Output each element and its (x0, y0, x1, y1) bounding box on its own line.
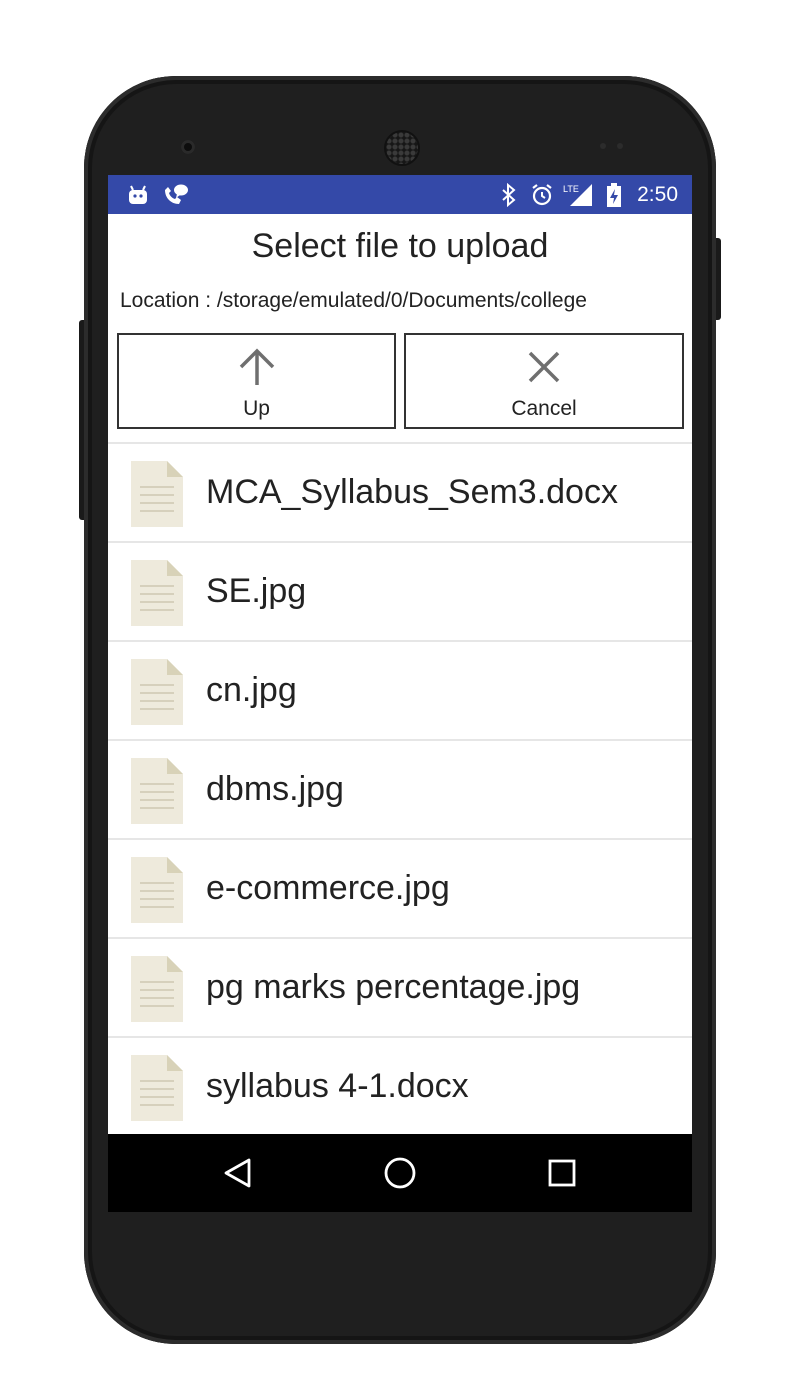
recents-icon[interactable] (542, 1153, 582, 1193)
bluetooth-icon (498, 175, 520, 214)
location-path: Location : /storage/emulated/0/Documents… (120, 289, 587, 312)
file-list: MCA_Syllabus_Sem3.docx SE.jpg cn.jpg dbm… (108, 442, 692, 1137)
home-icon[interactable] (380, 1153, 420, 1193)
cancel-button[interactable]: Cancel (404, 333, 684, 429)
file-row[interactable]: pg marks percentage.jpg (108, 939, 692, 1038)
screen: LTE 2:50 Select file to upload Location … (108, 175, 692, 1212)
file-row[interactable]: syllabus 4-1.docx (108, 1038, 692, 1137)
document-icon (131, 1055, 183, 1121)
file-row[interactable]: SE.jpg (108, 543, 692, 642)
file-row[interactable]: MCA_Syllabus_Sem3.docx (108, 444, 692, 543)
status-time: 2:50 (637, 183, 678, 206)
battery-charging-icon (603, 175, 625, 214)
wifi-call-icon (160, 175, 190, 214)
up-button[interactable]: Up (117, 333, 396, 429)
document-icon (131, 461, 183, 527)
file-name: cn.jpg (206, 671, 297, 709)
dialog-title: Select file to upload (251, 227, 549, 265)
light-sensor (617, 143, 623, 149)
file-name: MCA_Syllabus_Sem3.docx (206, 473, 618, 511)
document-icon (131, 659, 183, 725)
document-icon (131, 857, 183, 923)
lte-label: LTE (563, 184, 579, 194)
cancel-button-label: Cancel (511, 397, 577, 420)
document-icon (131, 560, 183, 626)
file-name: pg marks percentage.jpg (206, 968, 581, 1006)
file-name: SE.jpg (206, 572, 307, 610)
android-debug-icon (126, 175, 150, 214)
file-name: syllabus 4-1.docx (206, 1067, 469, 1105)
navigation-bar (108, 1134, 692, 1212)
lte-signal-icon: LTE (562, 175, 594, 214)
file-row[interactable]: cn.jpg (108, 642, 692, 741)
file-row[interactable]: e-commerce.jpg (108, 840, 692, 939)
proximity-sensor (600, 143, 606, 149)
alarm-icon (529, 175, 555, 214)
document-icon (131, 758, 183, 824)
file-name: e-commerce.jpg (206, 869, 450, 907)
status-bar: LTE 2:50 (108, 175, 692, 214)
arrow-up-icon (119, 347, 394, 387)
back-icon[interactable] (218, 1153, 258, 1193)
up-button-label: Up (243, 397, 270, 420)
front-camera (181, 140, 195, 154)
earpiece-speaker (384, 130, 420, 166)
file-name: dbms.jpg (206, 770, 344, 808)
file-row[interactable]: dbms.jpg (108, 741, 692, 840)
close-icon (406, 347, 682, 387)
document-icon (131, 956, 183, 1022)
